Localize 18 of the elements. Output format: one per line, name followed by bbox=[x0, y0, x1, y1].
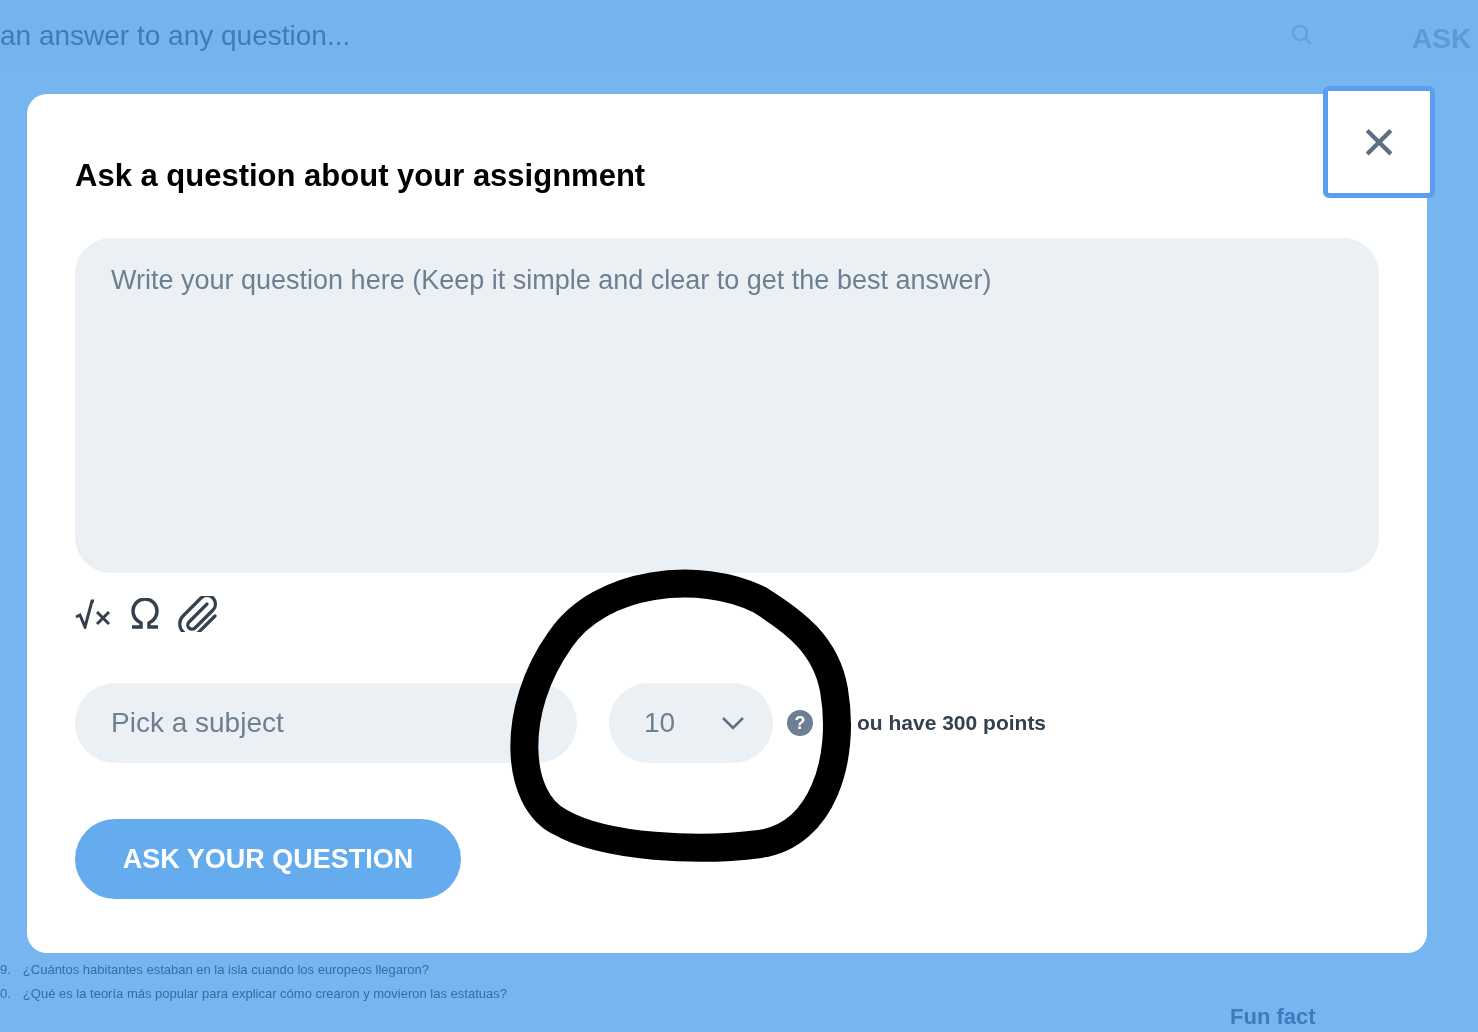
subject-select[interactable]: Pick a subject bbox=[75, 683, 577, 763]
points-note: ou have 300 points bbox=[857, 710, 1047, 737]
question-text: ¿Cuántos habitantes estaban en la isla cuando los europeos llegaron? bbox=[22, 961, 430, 979]
dialog-title: Ask a question about your assignment bbox=[75, 157, 647, 195]
help-icon[interactable]: ? bbox=[787, 710, 813, 736]
close-button[interactable]: × bbox=[1323, 86, 1435, 198]
search-field[interactable]: an answer to any question... bbox=[0, 16, 1260, 56]
ask-question-button[interactable]: ASK YOUR QUESTION bbox=[75, 819, 461, 899]
list-number: 9. bbox=[0, 961, 11, 979]
omega-icon[interactable] bbox=[129, 598, 161, 630]
question-field[interactable]: Write your question here (Keep it simple and clear to get the best answer) bbox=[75, 238, 1379, 573]
square-root-icon[interactable] bbox=[75, 599, 113, 629]
points-select[interactable]: 10 bbox=[609, 683, 773, 763]
list-number: 0. bbox=[0, 984, 11, 1003]
fun-fact-heading: Fun fact bbox=[1230, 1003, 1316, 1031]
question-text: ¿Qué es la teoría más popular para explicar cómo crearon y movieron las estatuas? bbox=[22, 984, 508, 1003]
chevron-down-icon bbox=[721, 716, 745, 730]
paperclip-icon[interactable] bbox=[177, 596, 219, 632]
